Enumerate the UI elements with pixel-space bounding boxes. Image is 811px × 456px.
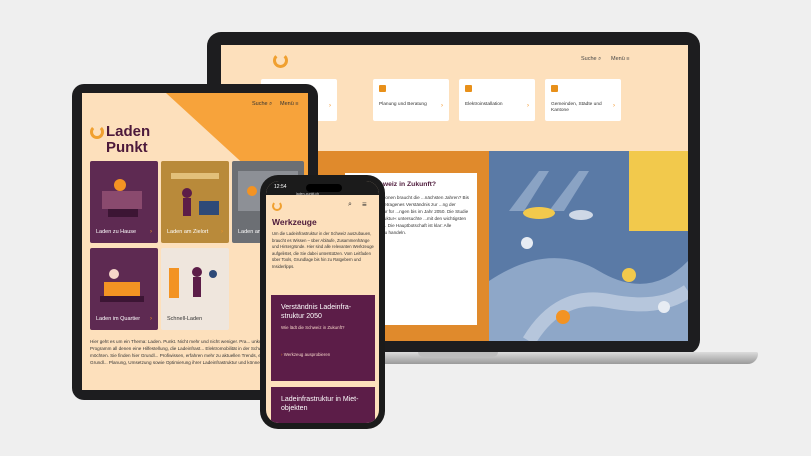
tile-laden-im-quartier[interactable]: Laden im Quartier › [90,248,158,330]
hamburger-icon: ≡ [626,56,630,62]
chevron-right-icon: › [527,103,529,109]
chevron-right-icon: › [329,103,331,109]
card-subtitle: Wie lädt die Schweiz in Zukunft? [281,325,345,330]
dynamic-island [306,184,342,192]
chevron-right-icon: › [150,316,152,322]
chevron-right-icon: › [150,229,152,235]
laptop-category-card[interactable]: Planung und Beratung › [373,79,449,121]
chevron-right-icon: › [613,103,615,109]
tile-schnell-laden[interactable]: Schnell-Laden [161,248,229,330]
tile-label: Laden zu Hause [96,229,137,235]
chevron-right-icon: › [441,103,443,109]
chevron-right-icon: › [221,229,223,235]
tablet-search-button[interactable]: Suche ⌕ [252,101,272,108]
status-time: 12:54 [274,184,287,190]
tool-card[interactable]: Verständnis Ladeinfra-struktur 2050 Wie … [271,295,375,381]
ladenpunkt-logo-icon[interactable] [90,125,104,139]
tool-card[interactable]: Ladeinfrastruktur in Miet-objekten [271,387,375,423]
laptop-category-card[interactable]: Gemeinden, Städte und Kantone › [545,79,621,121]
hamburger-icon[interactable]: ≡ [362,200,367,209]
intro-text: Um die Ladeinfrastruktur in der Schweiz … [272,231,374,269]
search-icon: ⌕ [269,101,273,107]
card-title: Ladeinfrastruktur in Miet-objekten [281,396,359,412]
search-label: Suche [581,56,597,62]
planning-icon [379,85,386,92]
card-title: Verständnis Ladeinfra-struktur 2050 [281,304,352,320]
tools-icon [465,85,472,92]
tile-laden-am-zielort[interactable]: Laden am Zielort › [161,161,229,243]
page-title: Werkzeuge [272,217,317,227]
menu-label: Menü [611,56,625,62]
laptop-category-card[interactable]: Elektroinstallation › [459,79,535,121]
ladenpunkt-logo-icon[interactable] [273,53,288,68]
hamburger-icon: ≡ [295,101,299,107]
tile-label: Laden am Zielort [167,229,209,235]
city-charging-illustration [489,151,688,341]
laptop-header: Suche ⌕ Menü ≡ [221,45,688,75]
ladenpunkt-logo-icon[interactable] [272,201,282,211]
ladenpunkt-logo-text[interactable]: Laden Punkt [106,124,150,156]
search-icon[interactable]: ⌕ [348,201,352,209]
url-bar[interactable]: laden-punkt.ch [296,192,319,196]
tile-label: Laden im Quartier [96,316,141,322]
tablet-menu-button[interactable]: Menü ≡ [280,101,299,107]
card-link[interactable]: › Werkzeug ausprobieren [281,352,365,357]
search-icon: ⌕ [598,56,602,62]
building-icon [551,85,558,92]
laptop-notch [418,352,498,357]
card-label: Elektroinstallation [465,102,503,107]
tile-label: Schnell-Laden [167,316,203,322]
tile-laden-zu-hause[interactable]: Laden zu Hause › [90,161,158,243]
phone-status-bar: 12:54 laden-punkt.ch [266,181,379,196]
phone-screen: 12:54 laden-punkt.ch ⌕ ≡ Werkzeuge Um di… [266,181,379,423]
card-label: Planung und Beratung [379,102,427,107]
laptop-menu-button[interactable]: Menü ≡ [611,56,630,62]
card-label: Gemeinden, Städte und Kantone [551,102,602,113]
laptop-search-button[interactable]: Suche ⌕ [581,56,601,63]
